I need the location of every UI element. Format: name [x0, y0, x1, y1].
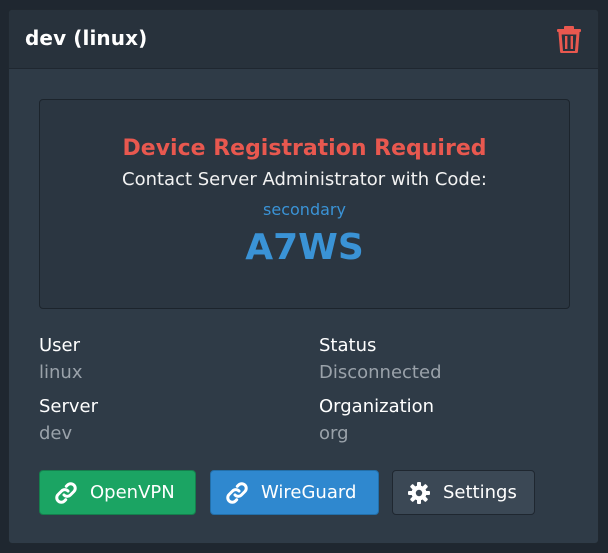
user-field: User linux: [39, 335, 82, 384]
status-value: Disconnected: [319, 362, 442, 383]
openvpn-button[interactable]: OpenVPN: [39, 470, 196, 515]
registration-secondary-label: secondary: [263, 200, 346, 219]
registration-subtitle: Contact Server Administrator with Code:: [122, 169, 487, 190]
server-field: Server dev: [39, 396, 98, 445]
server-label: Server: [39, 396, 99, 417]
card-title: dev (linux): [25, 26, 148, 50]
delete-button[interactable]: [556, 25, 582, 54]
link-icon: [54, 481, 78, 505]
card-header: dev (linux): [9, 10, 598, 69]
server-value: dev: [39, 423, 73, 444]
status-field: Status Disconnected: [319, 335, 442, 384]
openvpn-label: OpenVPN: [90, 482, 175, 503]
user-label: User: [39, 335, 81, 356]
organization-label: Organization: [319, 396, 435, 417]
registration-notice: Device Registration Required Contact Ser…: [39, 99, 570, 309]
registration-code: A7WS: [245, 227, 364, 268]
status-label: Status: [319, 335, 377, 356]
wireguard-button[interactable]: WireGuard: [210, 470, 379, 515]
organization-field: Organization org: [319, 396, 434, 445]
settings-label: Settings: [443, 482, 517, 503]
trash-icon: [557, 26, 581, 54]
organization-value: org: [319, 423, 349, 444]
user-value: linux: [39, 362, 83, 383]
link-icon: [225, 481, 249, 505]
registration-title: Device Registration Required: [122, 136, 487, 161]
profile-card: dev (linux) Device Registration Required…: [8, 9, 599, 544]
wireguard-label: WireGuard: [261, 482, 357, 503]
gear-icon: [407, 481, 431, 505]
settings-button[interactable]: Settings: [392, 470, 535, 515]
